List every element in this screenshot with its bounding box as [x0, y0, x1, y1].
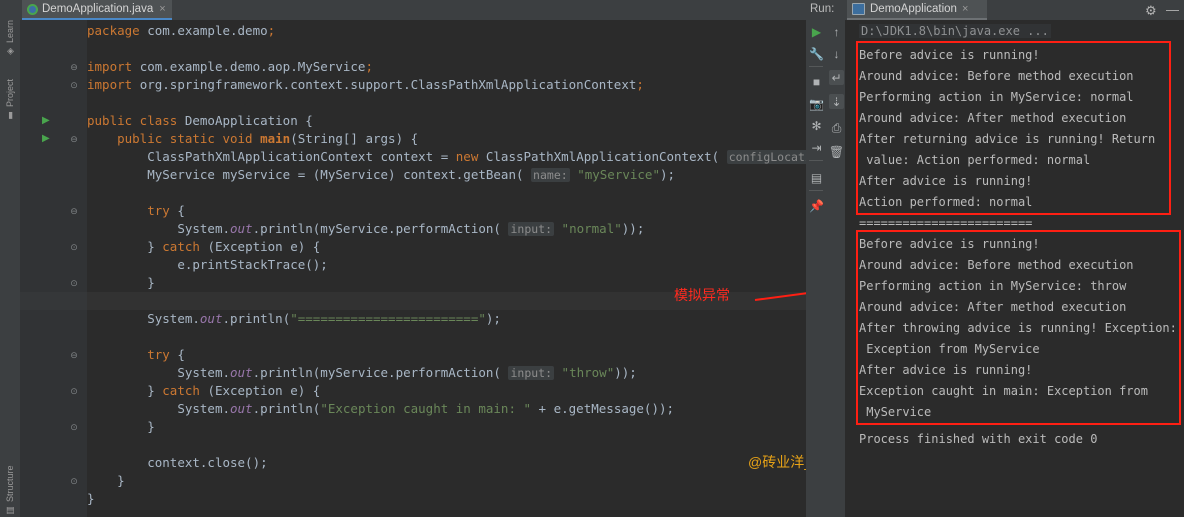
console-output[interactable]: D:\JDK1.8\bin\java.exe ... Before advice… — [845, 20, 1184, 517]
fold-marker[interactable]: ⊙ — [68, 240, 80, 254]
code-line: System.out.println("Exception caught in … — [177, 401, 675, 416]
sidebar-item-structure-label: Structure — [5, 465, 15, 502]
tab-run-demoapplication[interactable]: DemoApplication × — [847, 0, 987, 20]
edit-configuration-button[interactable]: 🔧 — [809, 46, 824, 61]
fold-marker[interactable]: ⊙ — [68, 420, 80, 434]
run-gutter-icon[interactable]: ▶ — [42, 115, 52, 127]
run-gutter-icon[interactable]: ▶ — [42, 133, 52, 145]
intellij-idea-window: ◈ Learn ▮ Project ▤ Structure DemoApplic… — [0, 0, 1184, 517]
run-tab-label: DemoApplication — [870, 3, 957, 15]
code-line: try { — [147, 203, 185, 218]
scroll-to-end-button[interactable]: ⇣ — [829, 94, 844, 109]
annotation-exception-note: 模拟异常 — [674, 288, 730, 304]
fold-marker[interactable]: ⊖ — [68, 348, 80, 362]
stop-button[interactable]: ■ — [809, 74, 824, 89]
code-line: import org.springframework.context.suppo… — [87, 77, 644, 92]
minimize-icon[interactable]: — — [1166, 3, 1179, 17]
run-config-icon — [852, 3, 865, 15]
structure-icon: ▤ — [4, 505, 15, 515]
fold-marker[interactable]: ⊖ — [68, 204, 80, 218]
close-icon[interactable]: × — [159, 3, 165, 15]
soft-wrap-button[interactable]: ↵ — [829, 70, 844, 85]
code-line: public static void main(String[] args) { — [117, 131, 419, 146]
export-button[interactable]: ⇥ — [809, 140, 824, 155]
code-line: } — [117, 473, 125, 488]
toolbar-separator — [809, 160, 823, 161]
code-line: } catch (Exception e) { — [147, 383, 321, 398]
code-line: ClassPathXmlApplicationContext context =… — [147, 149, 845, 164]
toolbar-separator — [809, 190, 823, 191]
run-tab-strip: DemoApplication × ⚙ — — [845, 0, 1184, 20]
code-line: import com.example.demo.aop.MyService; — [87, 59, 373, 74]
fold-marker[interactable]: ⊙ — [68, 474, 80, 488]
close-icon[interactable]: × — [962, 3, 968, 15]
code-line: } — [87, 491, 95, 506]
code-line: package com.example.demo; — [87, 23, 276, 38]
code-line: e.printStackTrace(); — [177, 257, 328, 272]
editor-fold-bar[interactable] — [65, 20, 87, 517]
toolbar-separator — [809, 66, 823, 67]
editor-gutter[interactable] — [20, 20, 65, 517]
fold-marker[interactable]: ⊙ — [68, 276, 80, 290]
snapshot-button[interactable]: 📷 — [809, 96, 824, 111]
tab-demoapplication-java[interactable]: DemoApplication.java × — [22, 0, 172, 20]
sidebar-item-learn[interactable]: ◈ Learn — [0, 2, 20, 56]
code-line: } catch (Exception e) { — [147, 239, 321, 254]
layout-settings-button[interactable]: ▤ — [809, 170, 824, 185]
sidebar-item-structure[interactable]: ▤ Structure — [0, 445, 20, 515]
code-line: try { — [147, 347, 185, 362]
code-line: } — [147, 419, 155, 434]
code-editor[interactable]: 1234567891011121314151617181920212223242… — [20, 20, 845, 517]
clear-all-button[interactable]: 🗑 — [829, 144, 844, 159]
code-line: System.out.println("====================… — [147, 311, 501, 326]
code-line: MyService myService = (MyService) contex… — [147, 167, 676, 182]
rerun-button[interactable]: ▶ — [809, 24, 824, 39]
folder-icon: ▮ — [4, 110, 15, 120]
learn-icon: ◈ — [4, 46, 15, 56]
fold-marker[interactable]: ⊙ — [68, 78, 80, 92]
gear-icon[interactable]: ⚙ — [1145, 4, 1158, 17]
highlight-box-normal-flow — [856, 41, 1171, 215]
source-code[interactable]: package com.example.demo; import com.exam… — [87, 20, 845, 517]
code-line: System.out.println(myService.performActi… — [177, 365, 637, 380]
highlight-box-exception-flow — [856, 230, 1181, 425]
java-class-icon — [27, 3, 38, 15]
left-tool-window-bar: ◈ Learn ▮ Project ▤ Structure — [0, 0, 21, 517]
code-line: } — [147, 275, 155, 290]
code-line: public class DemoApplication { — [87, 113, 313, 128]
console-exit-line: Process finished with exit code 0 — [859, 432, 1098, 446]
sidebar-item-project[interactable]: ▮ Project — [0, 58, 20, 120]
run-toolbar-right: ↑ ↓ ↵ ⇣ ⎙ 🗑 — [826, 20, 845, 517]
sidebar-item-learn-label: Learn — [5, 19, 15, 43]
sidebar-item-project-label: Project — [5, 78, 15, 107]
next-occurrence-button[interactable]: ↓ — [829, 46, 844, 61]
current-line-highlight — [87, 292, 845, 310]
code-line: System.out.println(myService.performActi… — [177, 221, 645, 236]
print-button[interactable]: ⎙ — [829, 120, 844, 135]
fold-marker[interactable]: ⊖ — [68, 132, 80, 146]
editor-tab-strip: DemoApplication.java × — [20, 0, 845, 20]
run-toolbar-left: ▶ 🔧 ■ 📷 ✻ ⇥ ▤ 📌 — [806, 20, 826, 517]
console-command-line: D:\JDK1.8\bin\java.exe ... — [859, 24, 1051, 38]
fold-marker[interactable]: ⊙ — [68, 384, 80, 398]
thread-dump-button[interactable]: ✻ — [809, 118, 824, 133]
run-panel-label: Run: — [810, 3, 835, 15]
editor-tab-label: DemoApplication.java — [42, 3, 154, 15]
current-line-gutter-highlight — [20, 292, 87, 310]
code-line: context.close(); — [147, 455, 268, 470]
pin-tab-button[interactable]: 📌 — [809, 198, 824, 213]
prev-occurrence-button[interactable]: ↑ — [829, 24, 844, 39]
fold-marker[interactable]: ⊖ — [68, 60, 80, 74]
